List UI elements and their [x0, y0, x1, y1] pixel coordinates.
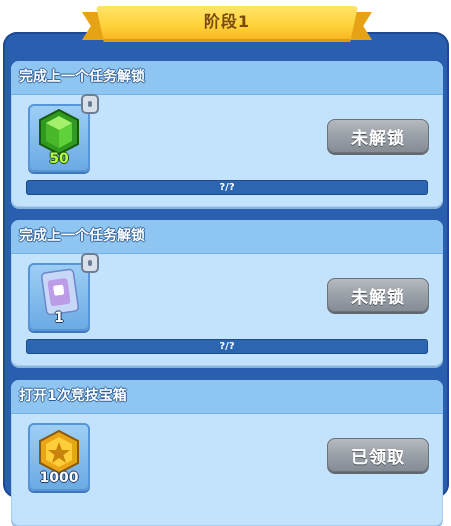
progress-text: ?/? — [219, 341, 235, 352]
lock-icon — [81, 253, 99, 273]
lock-icon — [81, 94, 99, 114]
task-card-2: 完成上一个任务解锁 1 未解锁 ?/? — [11, 220, 443, 366]
stage-ribbon: 阶段1 — [82, 6, 372, 42]
reward-count: 1 — [54, 310, 64, 326]
locked-button[interactable]: 未解锁 — [327, 119, 429, 153]
stage-title: 阶段1 — [203, 12, 251, 31]
task-progress-bar: ?/? — [26, 339, 428, 354]
claimed-button[interactable]: 已领取 — [327, 438, 429, 472]
task-title: 完成上一个任务解锁 — [19, 69, 145, 85]
task-title: 完成上一个任务解锁 — [19, 228, 145, 244]
task-card-1: 完成上一个任务解锁 50 未解锁 ?/? — [11, 61, 443, 207]
task-title: 打开1次竞技宝箱 — [19, 388, 127, 404]
task-progress-bar: ?/? — [26, 180, 428, 195]
reward-count: 1000 — [39, 470, 79, 486]
locked-button[interactable]: 未解锁 — [327, 278, 429, 312]
reward-count: 50 — [49, 151, 69, 167]
progress-text: ?/? — [219, 182, 235, 193]
task-card-3: 打开1次竞技宝箱 1000 已领取 — [11, 380, 443, 526]
